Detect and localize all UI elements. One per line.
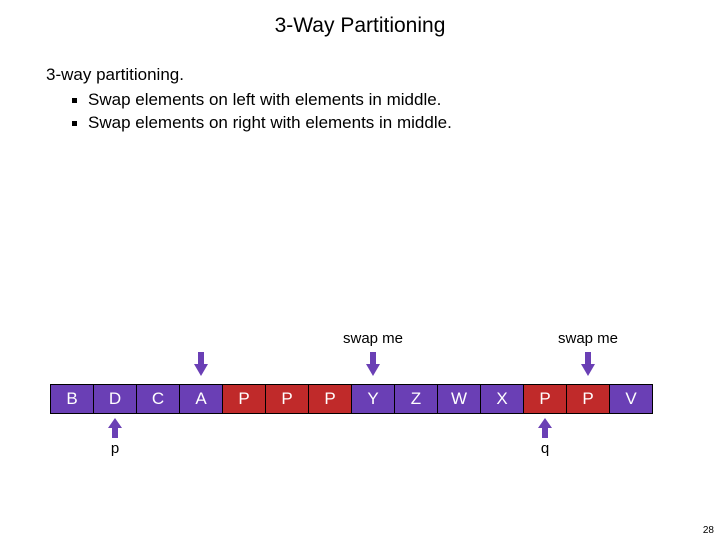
bullet-item: Swap elements on left with elements in m… (72, 89, 674, 112)
section-heading: 3-way partitioning. (46, 64, 674, 87)
array-cell: P (523, 384, 567, 414)
array-cell: D (93, 384, 137, 414)
array-cell: C (136, 384, 180, 414)
page-number: 28 (703, 525, 714, 536)
array-row: BDCAPPPYZWXPPV (50, 384, 670, 414)
swap-label-right: swap me (558, 330, 618, 347)
array-cell: Y (351, 384, 395, 414)
bottom-annotations: p q (50, 414, 670, 464)
array-cell: P (265, 384, 309, 414)
pointer-q-label: q (523, 440, 567, 457)
array-cell: A (179, 384, 223, 414)
array-cell: P (566, 384, 610, 414)
bullet-list: Swap elements on left with elements in m… (46, 89, 674, 135)
array-cell: B (50, 384, 94, 414)
arrow-down-icon (566, 352, 610, 380)
arrow-up-icon (93, 418, 137, 442)
arrow-down-icon (179, 352, 223, 380)
swap-label-left: swap me (343, 330, 403, 347)
slide: 3-Way Partitioning 3-way partitioning. S… (0, 0, 720, 540)
array-cell: X (480, 384, 524, 414)
arrow-up-icon (523, 418, 567, 442)
arrow-down-icon (351, 352, 395, 380)
pointer-p-label: p (93, 440, 137, 457)
array-cell: P (308, 384, 352, 414)
top-annotations: swap me swap me (50, 330, 670, 384)
partition-diagram: swap me swap me BDCAPPPYZWXPPV p q (50, 330, 670, 464)
slide-body: 3-way partitioning. Swap elements on lef… (0, 38, 720, 135)
array-cell: W (437, 384, 481, 414)
slide-title: 3-Way Partitioning (0, 0, 720, 38)
array-cell: V (609, 384, 653, 414)
array-cell: P (222, 384, 266, 414)
array-cell: Z (394, 384, 438, 414)
bullet-item: Swap elements on right with elements in … (72, 112, 674, 135)
